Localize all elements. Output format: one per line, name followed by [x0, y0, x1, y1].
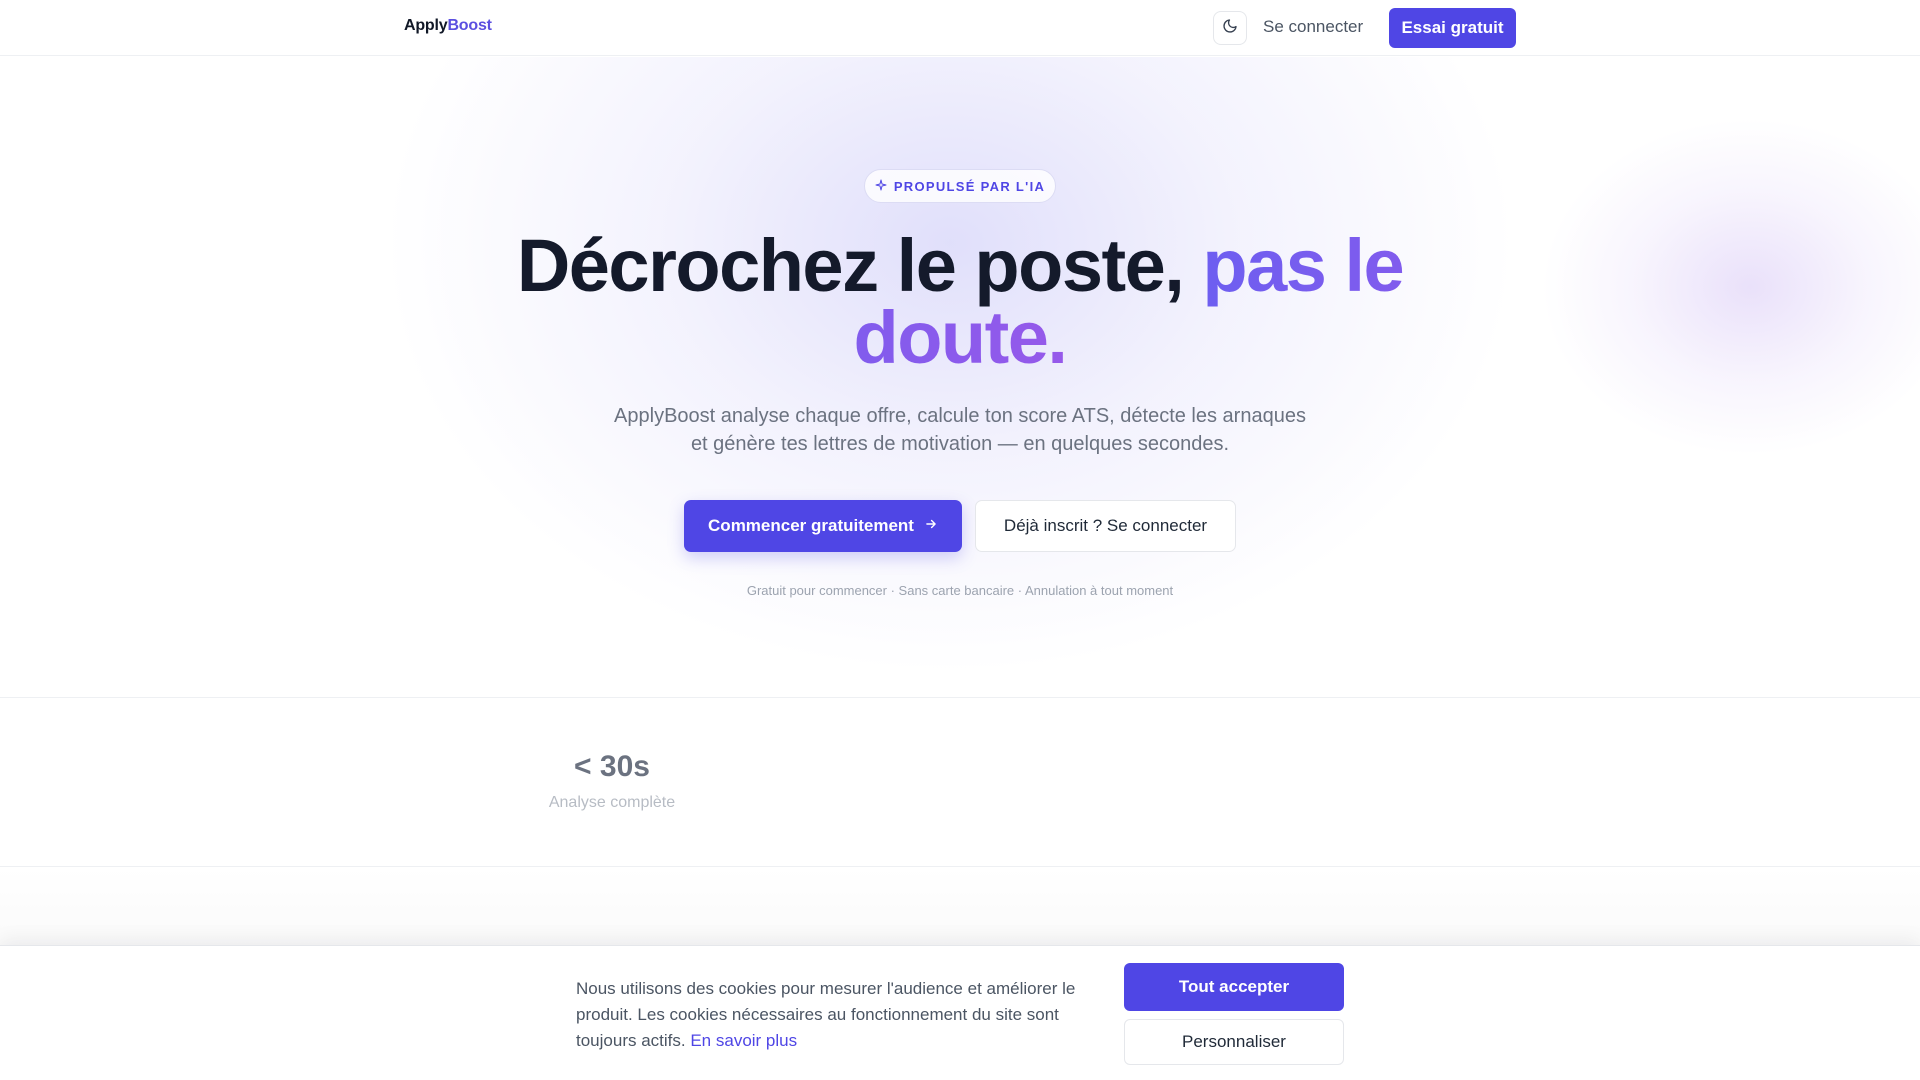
- already-registered-button[interactable]: Déjà inscrit ? Se connecter: [975, 500, 1236, 552]
- stat-value: < 30s: [574, 750, 650, 783]
- hero-fineprint: Gratuit pour commencer · Sans carte banc…: [746, 583, 1174, 598]
- moon-icon: [1222, 18, 1238, 39]
- arrow-right-icon: [924, 516, 938, 536]
- start-free-label: Commencer gratuitement: [708, 516, 914, 535]
- learn-more-link[interactable]: En savoir plus: [690, 1031, 797, 1050]
- customize-button[interactable]: Personnaliser: [1124, 1019, 1344, 1065]
- stat-label: Analyse complète: [548, 794, 676, 811]
- ai-badge: PROPULSÉ PAR L'IA: [864, 169, 1056, 203]
- theme-toggle-button[interactable]: [1213, 11, 1247, 45]
- cookie-banner: Nous utilisons des cookies pour mesurer …: [0, 945, 1920, 1080]
- accept-all-button[interactable]: Tout accepter: [1124, 963, 1344, 1011]
- cookie-message: Nous utilisons des cookies pour mesurer …: [576, 979, 1076, 1050]
- badge-label: PROPULSÉ PAR L'IA: [893, 178, 1046, 194]
- logo-part-1: Apply: [404, 17, 448, 34]
- top-nav: ApplyBoost Se connecter Essai gratuit: [0, 0, 1920, 56]
- signin-link[interactable]: Se connecter: [1263, 17, 1363, 37]
- hero-headline: Décrochez le poste, pas le doute.: [460, 229, 1460, 375]
- hero-subtitle: ApplyBoost analyse chaque offre, calcule…: [614, 405, 1306, 455]
- next-section: [0, 868, 1920, 948]
- start-free-button[interactable]: Commencer gratuitement: [684, 500, 962, 552]
- sparkle-icon: [875, 179, 887, 194]
- logo-part-2: Boost: [447, 17, 492, 34]
- hero-glow-right: [1540, 117, 1920, 457]
- free-trial-button[interactable]: Essai gratuit: [1389, 8, 1516, 48]
- logo[interactable]: ApplyBoost: [404, 17, 492, 35]
- headline-main: Décrochez le poste,: [516, 224, 1203, 307]
- stats-section: < 30s Analyse complète: [0, 697, 1920, 867]
- cookie-text: Nous utilisons des cookies pour mesurer …: [576, 976, 1096, 1054]
- hero-section: PROPULSÉ PAR L'IA Décrochez le poste, pa…: [0, 57, 1920, 697]
